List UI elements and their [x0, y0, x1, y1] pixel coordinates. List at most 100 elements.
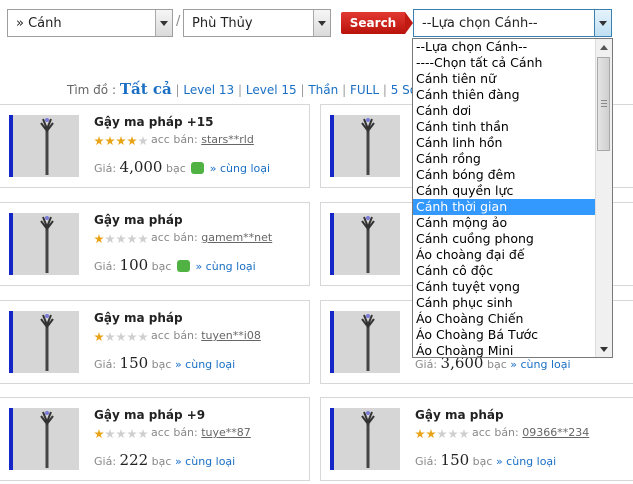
filter-link-level15[interactable]: Level 15 — [246, 83, 297, 97]
dropdown-option[interactable]: Áo Choàng Chiến — [413, 311, 612, 327]
same-type-link[interactable]: » cùng loại — [175, 455, 235, 468]
filter-link-full[interactable]: FULL — [350, 83, 379, 97]
item-thumbnail[interactable] — [334, 311, 400, 373]
filter-bar: Tìm đồ : Tất cả | Level 13 | Level 15 | … — [67, 80, 462, 98]
seller-link[interactable]: gamem**net — [201, 231, 272, 244]
dropdown-option[interactable]: Áo choàng đại đế — [413, 247, 612, 263]
price-unit: bạc — [486, 358, 507, 371]
price-value: 222 — [119, 451, 149, 469]
dropdown-option[interactable]: Cánh thời gian — [413, 199, 612, 215]
dropdown-option[interactable]: --Lựa chọn Cánh-- — [413, 39, 612, 55]
rating-stars — [94, 136, 149, 146]
price-row: Giá: 150 bạc » cùng loại — [94, 354, 235, 372]
acc-label: acc bán: — [151, 329, 198, 342]
price-unit: bạc — [151, 260, 172, 273]
dropdown-option[interactable]: Cánh cô độc — [413, 263, 612, 279]
dropdown-option[interactable]: Cánh tinh thần — [413, 119, 612, 135]
select-separator: / — [176, 14, 181, 29]
acc-label: acc bán: — [151, 231, 198, 244]
item-thumbnail[interactable] — [13, 115, 79, 177]
dropdown-option[interactable]: Cánh linh hồn — [413, 135, 612, 151]
chevron-down-icon[interactable] — [155, 10, 172, 36]
price-label: Giá: — [415, 358, 438, 371]
price-unit: bạc — [151, 358, 172, 371]
item-name[interactable]: Gậy ma pháp +9 — [94, 408, 205, 422]
chat-icon[interactable] — [191, 162, 205, 174]
item-name[interactable]: Gậy ma pháp — [94, 213, 183, 227]
filter-label: Tìm đồ : — [67, 83, 116, 97]
dropdown-option[interactable]: ----Chọn tất cả Cánh — [413, 55, 612, 71]
item-thumbnail[interactable] — [13, 408, 79, 470]
item-thumbnail[interactable] — [334, 408, 400, 470]
rating-stars — [415, 429, 470, 439]
rating-stars — [94, 332, 149, 342]
class-select-value: Phù Thủy — [192, 16, 253, 31]
wing-select[interactable]: --Lựa chọn Cánh-- — [413, 9, 612, 37]
seller-info: acc bán: stars**rld — [151, 133, 254, 146]
dropdown-option[interactable]: Cánh cuồng phong — [413, 231, 612, 247]
chevron-down-icon[interactable] — [594, 10, 611, 36]
dropdown-option[interactable]: Cánh tuyệt vọng — [413, 279, 612, 295]
search-button[interactable]: Search — [341, 12, 413, 34]
item-card[interactable]: Gậy ma pháp +15 acc bán: stars**rld Giá:… — [0, 104, 310, 188]
dropdown-option[interactable]: Cánh rồng — [413, 151, 612, 167]
price-unit: bạc — [472, 455, 493, 468]
same-type-link[interactable]: » cùng loại — [195, 260, 255, 273]
same-type-link[interactable]: » cùng loại — [510, 358, 570, 371]
wing-dropdown-list[interactable]: --Lựa chọn Cánh-- ----Chọn tất cả Cánh Cán… — [412, 38, 613, 358]
item-name[interactable]: Gậy ma pháp +15 — [94, 115, 213, 129]
dropdown-scrollbar[interactable] — [595, 39, 612, 357]
item-card[interactable]: Gậy ma pháp acc bán: 09366**234 Giá: 150… — [320, 397, 633, 481]
seller-info: acc bán: gamem**net — [151, 231, 272, 244]
seller-info: acc bán: tuye**87 — [151, 426, 251, 439]
dropdown-option[interactable]: Cánh thiên đàng — [413, 87, 612, 103]
same-type-link[interactable]: » cùng loại — [210, 162, 270, 175]
item-name[interactable]: Gậy ma pháp — [94, 311, 183, 325]
dropdown-option[interactable]: Cánh phục sinh — [413, 295, 612, 311]
dropdown-option[interactable]: Áo Choàng Bá Tước — [413, 327, 612, 343]
dropdown-option[interactable]: Cánh mộng ảo — [413, 215, 612, 231]
dropdown-option[interactable]: Cánh tiên nữ — [413, 71, 612, 87]
dropdown-option[interactable]: Cánh bóng đêm — [413, 167, 612, 183]
item-thumbnail[interactable] — [334, 213, 400, 275]
acc-label: acc bán: — [151, 426, 198, 439]
seller-link[interactable]: stars**rld — [201, 133, 254, 146]
scroll-up-icon[interactable] — [596, 39, 612, 55]
category-select-value: » Cánh — [16, 16, 62, 31]
dropdown-option[interactable]: Cánh quyền lực — [413, 183, 612, 199]
chat-icon[interactable] — [176, 260, 190, 272]
category-select[interactable]: » Cánh — [7, 9, 173, 37]
item-card[interactable]: Gậy ma pháp acc bán: gamem**net Giá: 100… — [0, 202, 310, 286]
rating-stars — [94, 429, 149, 439]
dropdown-option[interactable]: Cánh dơi — [413, 103, 612, 119]
item-name[interactable]: Gậy ma pháp — [415, 408, 504, 422]
item-thumbnail[interactable] — [334, 115, 400, 177]
item-thumbnail[interactable] — [13, 311, 79, 373]
price-label: Giá: — [94, 358, 117, 371]
price-unit: bạc — [165, 162, 186, 175]
chevron-down-icon[interactable] — [313, 10, 330, 36]
same-type-link[interactable]: » cùng loại — [496, 455, 556, 468]
price-row: Giá: 222 bạc » cùng loại — [94, 451, 235, 469]
acc-label: acc bán: — [472, 426, 519, 439]
item-card[interactable]: Gậy ma pháp +9 acc bán: tuye**87 Giá: 22… — [0, 397, 310, 481]
seller-link[interactable]: tuye**87 — [201, 426, 251, 439]
same-type-link[interactable]: » cùng loại — [175, 358, 235, 371]
dropdown-option[interactable]: Áo Choàng Mini — [413, 343, 612, 357]
seller-link[interactable]: tuyen**i08 — [201, 329, 261, 342]
rating-stars — [94, 234, 149, 244]
filter-link-than[interactable]: Thần — [308, 83, 338, 97]
seller-link[interactable]: 09366**234 — [522, 426, 589, 439]
price-row: Giá: 100 bạc » cùng loại — [94, 256, 256, 274]
filter-all-link[interactable]: Tất cả — [120, 80, 172, 98]
price-unit: bạc — [151, 455, 172, 468]
scrollbar-thumb[interactable] — [597, 57, 610, 151]
item-thumbnail[interactable] — [13, 213, 79, 275]
price-row: Giá: 4,000 bạc » cùng loại — [94, 158, 270, 176]
item-card[interactable]: Gậy ma pháp acc bán: tuyen**i08 Giá: 150… — [0, 300, 310, 384]
price-value: 100 — [119, 256, 149, 274]
scroll-down-icon[interactable] — [596, 341, 612, 357]
price-row: Giá: 150 bạc » cùng loại — [415, 451, 556, 469]
class-select[interactable]: Phù Thủy — [183, 9, 331, 37]
filter-link-level13[interactable]: Level 13 — [183, 83, 234, 97]
